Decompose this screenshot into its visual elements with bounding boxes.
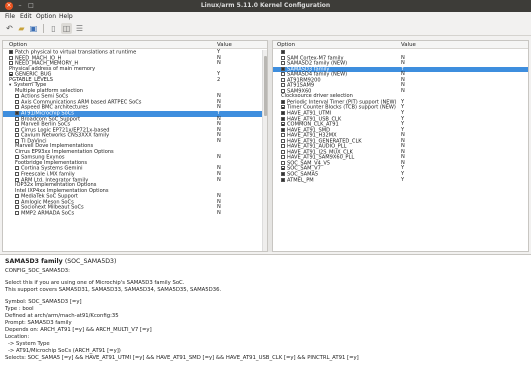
checkbox-icon[interactable] <box>281 122 285 127</box>
right-row-value: Y <box>401 176 405 183</box>
left-row-option: MMP2 ARMADA SoCs <box>15 211 74 217</box>
checkbox-icon[interactable] <box>15 172 19 177</box>
single-view-icon[interactable]: ▯ <box>48 23 59 34</box>
checkbox-icon[interactable] <box>15 122 19 127</box>
checkbox-icon[interactable] <box>15 210 19 215</box>
checkbox-icon[interactable] <box>281 177 285 182</box>
back-icon[interactable]: ↶ <box>4 23 15 34</box>
checkbox-icon[interactable] <box>281 83 285 88</box>
checkbox-icon[interactable] <box>281 144 285 149</box>
checkbox-icon[interactable] <box>9 50 13 54</box>
checkbox-icon[interactable] <box>9 72 13 77</box>
toolbar-separator <box>43 24 44 33</box>
checkbox-icon[interactable] <box>15 105 19 110</box>
checkbox-icon[interactable] <box>281 172 285 177</box>
save-icon[interactable]: ▣ <box>28 23 39 34</box>
menu-edit[interactable]: Edit <box>20 13 32 20</box>
left-header: Option Value <box>3 41 267 49</box>
checkbox-icon[interactable] <box>281 88 285 93</box>
title-bar: × – □ Linux/arm 5.11.0 Kernel Configurat… <box>0 0 531 12</box>
checkbox-icon[interactable] <box>281 138 285 143</box>
checkbox-icon[interactable] <box>281 149 285 154</box>
checkbox-icon[interactable] <box>15 133 19 138</box>
checkbox-icon[interactable] <box>281 111 285 116</box>
menu-file[interactable]: File <box>5 13 15 20</box>
checkbox-icon[interactable] <box>281 133 285 138</box>
right-row-label: ATMEL_PM <box>287 177 314 184</box>
help-symbol-inline: (SOC_SAMA5D3) <box>64 258 117 265</box>
help-location: Location: <box>5 334 30 340</box>
help-type: Type : bool <box>5 306 34 312</box>
right-tree-row[interactable]: ATMEL_PM Y <box>273 176 528 184</box>
checkbox-icon[interactable] <box>15 127 19 132</box>
left-rows: Patch physical to virtual translations a… <box>3 49 267 217</box>
left-option-header[interactable]: Option <box>9 42 27 48</box>
window-title: Linux/arm 5.11.0 Kernel Configuration <box>200 2 331 9</box>
checkbox-icon[interactable] <box>281 166 285 171</box>
menu-option[interactable]: Option <box>36 13 56 20</box>
left-scroll-thumb[interactable] <box>264 56 267 116</box>
checkbox-icon[interactable] <box>281 99 285 104</box>
checkbox-icon[interactable] <box>15 138 19 143</box>
checkbox-icon[interactable] <box>281 55 285 60</box>
right-tree-pane[interactable]: Option Value SAM Cortex-M7 family N SAMA5D… <box>272 40 529 252</box>
help-depends: Depends on: ARCH_AT91 [=y] && ARCH_MULTI… <box>5 327 152 333</box>
right-row-option: ATMEL_PM <box>281 177 314 184</box>
help-location-2: -> AT91/Microchip SoCs (ARCH_AT91 [=y]) <box>8 348 121 354</box>
checkbox-icon[interactable] <box>281 127 285 132</box>
left-row-label: MMP2 ARMADA SoCs <box>21 210 75 217</box>
left-tree-row[interactable]: MMP2 ARMADA SoCs N <box>3 209 267 217</box>
checkbox-icon[interactable] <box>15 111 19 116</box>
checkbox-icon[interactable] <box>281 105 285 110</box>
open-folder-icon[interactable]: ▰ <box>16 23 27 34</box>
checkbox-icon[interactable] <box>9 55 13 60</box>
checkbox-icon[interactable] <box>281 160 285 165</box>
help-panel: SAMA5D3 family (SOC_SAMA5D3) CONFIG_SOC_… <box>0 254 531 366</box>
checkbox-icon[interactable] <box>15 194 19 199</box>
left-row-value: N <box>217 209 221 216</box>
checkbox-icon[interactable] <box>15 155 19 160</box>
full-view-icon[interactable]: ☰ <box>74 23 85 34</box>
right-header: Option Value <box>273 41 528 49</box>
left-value-header[interactable]: Value <box>217 42 232 48</box>
menu-bar: File Edit Option Help <box>0 12 531 21</box>
checkbox-icon[interactable] <box>281 66 285 71</box>
help-defined: Defined at arch/arm/mach-at91/Kconfig:35 <box>5 313 119 319</box>
kernel-config-window: × – □ Linux/arm 5.11.0 Kernel Configurat… <box>0 0 531 366</box>
help-location-1: -> System Type <box>8 341 50 347</box>
right-value-header[interactable]: Value <box>401 42 416 48</box>
left-scrollbar[interactable] <box>262 50 267 251</box>
left-tree-pane[interactable]: Option Value Patch physical to virtual t… <box>2 40 268 252</box>
right-option-header[interactable]: Option <box>277 42 295 48</box>
help-prompt: Prompt: SAMA5D3 family <box>5 320 72 326</box>
help-desc-1: Select this if you are using one of Micr… <box>5 280 185 286</box>
help-config: CONFIG_SOC_SAMA5D3: <box>5 268 70 274</box>
checkbox-icon[interactable] <box>281 116 285 121</box>
checkbox-icon[interactable] <box>15 199 19 204</box>
checkbox-icon[interactable] <box>15 205 19 210</box>
split-view-icon[interactable]: ◫ <box>61 23 72 34</box>
checkbox-icon[interactable] <box>15 116 19 121</box>
checkbox-icon[interactable] <box>281 61 285 66</box>
checkbox-icon[interactable] <box>15 166 19 171</box>
checkbox-icon[interactable] <box>281 155 285 160</box>
checkbox-icon[interactable] <box>15 94 19 99</box>
checkbox-icon[interactable] <box>15 99 19 104</box>
checkbox-icon[interactable] <box>281 72 285 77</box>
help-title-line: SAMA5D3 family (SOC_SAMA5D3) <box>5 258 526 265</box>
right-rows: SAM Cortex-M7 family N SAMA5D2 family (NEW… <box>273 50 528 183</box>
checkbox-icon[interactable] <box>15 177 19 182</box>
checkbox-icon[interactable] <box>281 77 285 82</box>
help-desc-2: This support covers SAMA5D31, SAMA5D33, … <box>5 287 222 293</box>
checkbox-icon[interactable] <box>281 50 285 54</box>
help-symbol: Symbol: SOC_SAMA5D3 [=y] <box>5 299 82 305</box>
checkbox-icon[interactable] <box>9 61 13 66</box>
help-title: SAMA5D3 family <box>5 258 63 265</box>
toolbar: ↶ ▰ ▣ ▯ ◫ ☰ <box>0 21 531 36</box>
help-selects: Selects: SOC_SAMA5 [=y] && HAVE_AT91_UTM… <box>5 355 359 361</box>
menu-help[interactable]: Help <box>59 13 73 20</box>
